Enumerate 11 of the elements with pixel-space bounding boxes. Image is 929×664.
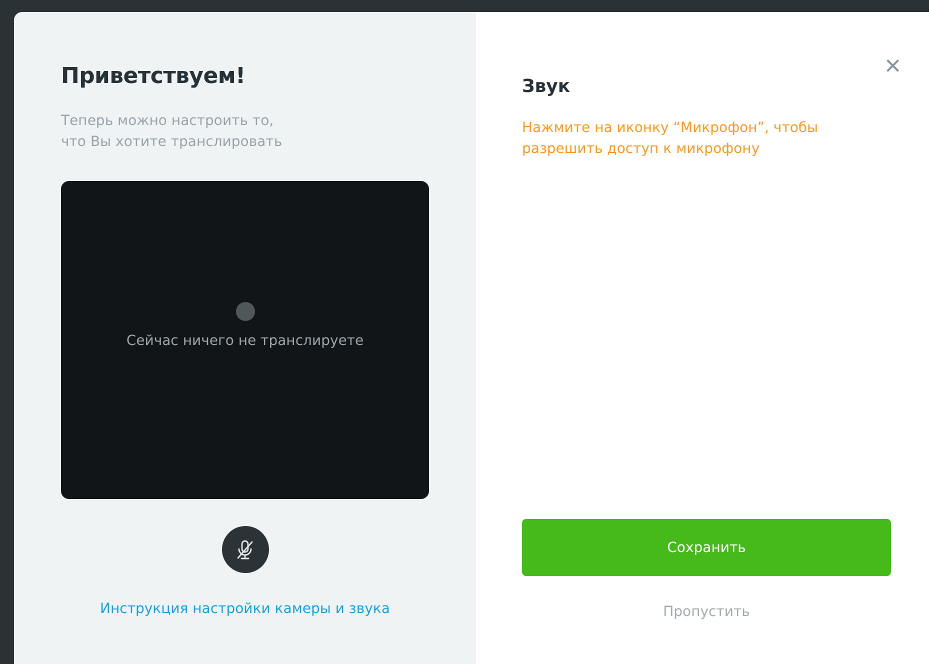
microphone-button[interactable]	[222, 526, 268, 573]
welcome-title: Приветствуем!	[61, 64, 246, 89]
preview-message: Сейчас ничего не транслируете	[126, 332, 364, 348]
sound-hint: Нажмите на иконку “Микрофон”, чтобы разрешить доступ к микрофону	[522, 119, 820, 159]
save-button[interactable]: Сохранить	[522, 519, 891, 576]
skip-button[interactable]: Пропустить	[663, 604, 750, 620]
help-link[interactable]: Инструкция настройки камеры и звука	[100, 601, 390, 617]
welcome-subtitle: Теперь можно настроить то, что Вы хотите транслировать	[61, 112, 284, 152]
status-dot-icon	[236, 302, 254, 320]
sound-title: Звук	[522, 76, 572, 97]
close-button[interactable]: ×	[880, 52, 905, 80]
